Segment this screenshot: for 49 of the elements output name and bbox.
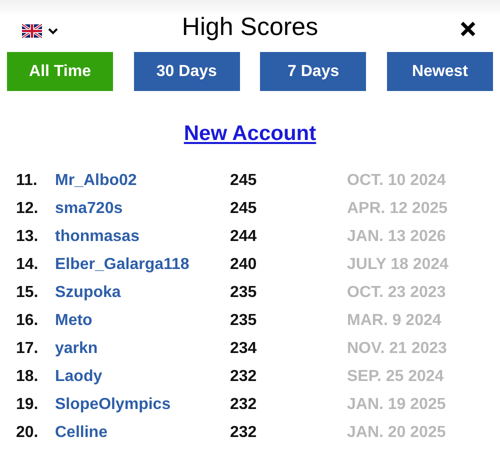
date: NOV. 21 2023 [347, 338, 447, 358]
player-name[interactable]: Laody [55, 364, 230, 388]
score: 245 [230, 198, 258, 218]
player-name[interactable]: yarkn [55, 336, 230, 360]
player-name[interactable]: Szupoka [55, 280, 230, 304]
player-name[interactable]: Meto [55, 308, 230, 332]
filter-tab[interactable]: 7 Days [260, 52, 366, 91]
rank: 16. [15, 310, 40, 330]
close-icon[interactable] [460, 21, 476, 37]
score: 245 [230, 170, 258, 190]
filter-tab[interactable]: Newest [386, 52, 493, 91]
chevron-down-icon[interactable] [48, 27, 58, 35]
score: 235 [230, 282, 258, 302]
date: JAN. 19 2025 [347, 394, 446, 414]
player-name[interactable]: Celline [55, 420, 230, 444]
date: JAN. 13 2026 [347, 226, 446, 246]
date: SEP. 25 2024 [347, 366, 444, 386]
rank: 19. [15, 394, 40, 414]
score: 240 [230, 254, 258, 274]
date: MAR. 9 2024 [347, 310, 442, 330]
window-title: High Scores [182, 12, 318, 44]
date: JULY 18 2024 [347, 254, 448, 274]
date: OCT. 10 2024 [347, 170, 446, 190]
player-name[interactable]: Mr_Albo02 [55, 168, 230, 192]
date: OCT. 23 2023 [347, 282, 446, 302]
rank: 17. [15, 338, 40, 358]
score: 234 [230, 338, 258, 358]
rank: 18. [15, 366, 40, 386]
rank: 11. [15, 170, 38, 190]
score: 232 [230, 422, 258, 442]
score: 244 [230, 226, 258, 246]
date: APR. 12 2025 [347, 198, 448, 218]
rank: 12. [15, 198, 40, 218]
player-name[interactable]: sma720s [55, 196, 230, 220]
flag-icon[interactable] [22, 24, 42, 38]
filter-tab[interactable]: 30 Days [134, 52, 240, 91]
filter-tab[interactable]: All Time [7, 52, 113, 91]
score: 235 [230, 310, 258, 330]
rank: 20. [15, 422, 40, 442]
score: 232 [230, 394, 258, 414]
player-name[interactable]: Elber_Galarga118 [55, 252, 230, 276]
score: 232 [230, 366, 258, 386]
player-name[interactable]: SlopeOlympics [55, 392, 230, 416]
new-account-link[interactable]: New Account [184, 118, 316, 150]
rank: 15. [15, 282, 40, 302]
rank: 13. [15, 226, 40, 246]
rank: 14. [15, 254, 40, 274]
player-name[interactable]: thonmasas [55, 224, 230, 248]
date: JAN. 20 2025 [347, 422, 446, 442]
